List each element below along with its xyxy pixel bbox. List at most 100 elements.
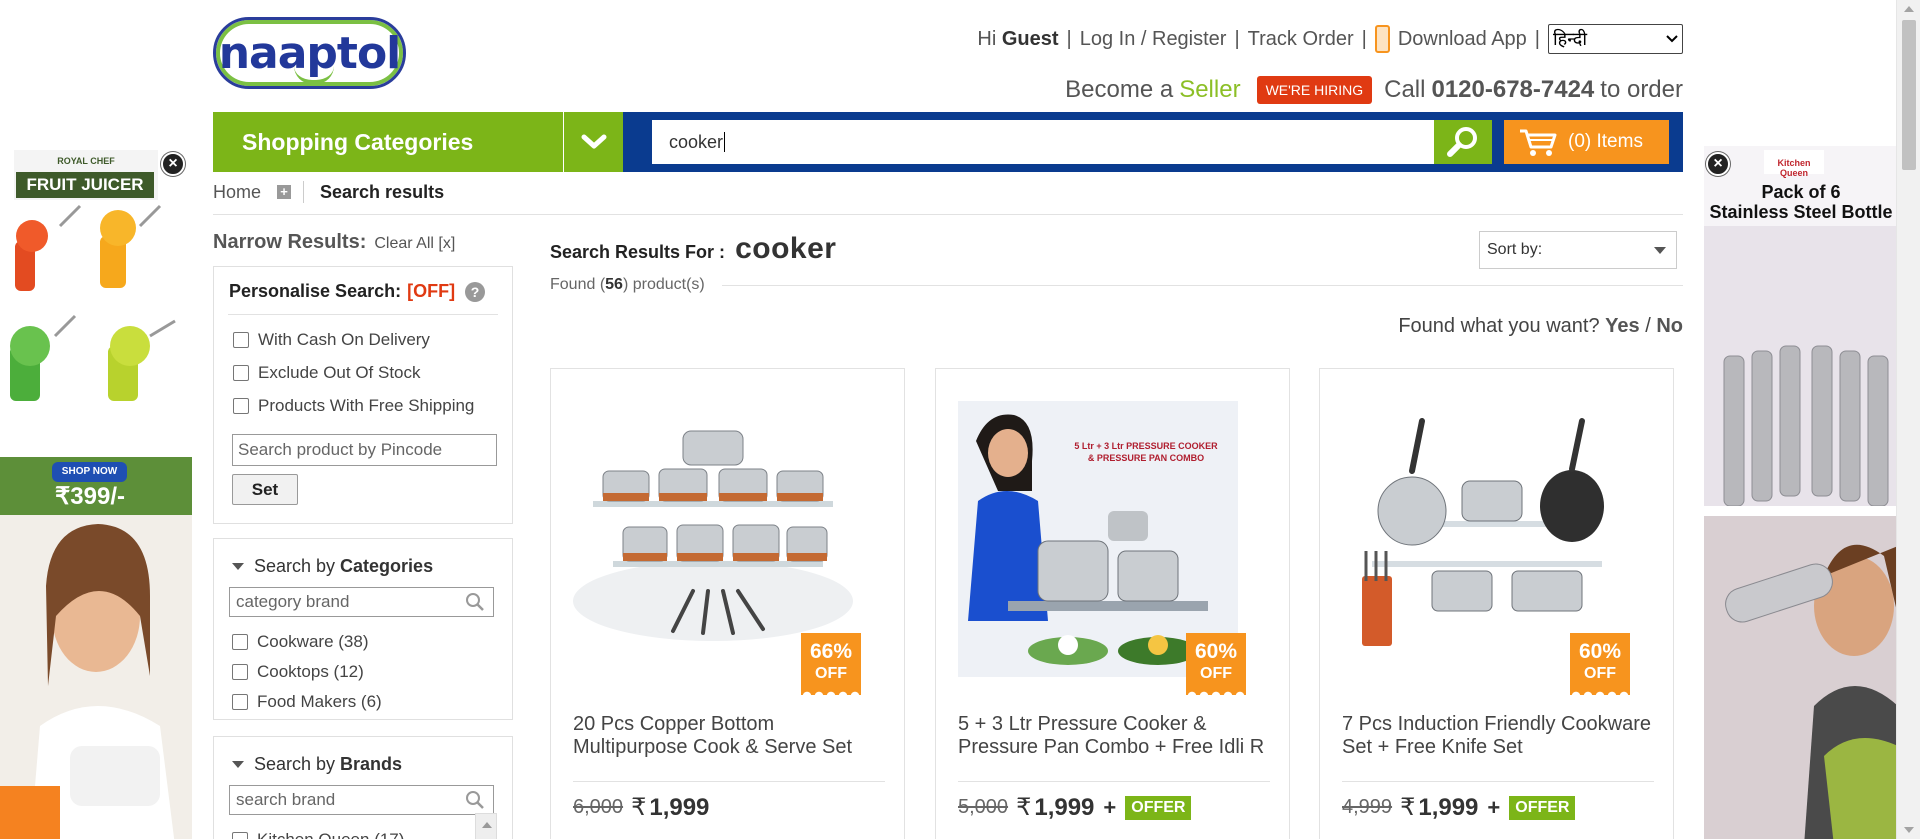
clear-all-link[interactable]: Clear All [x] [374,235,455,253]
brand-search-input[interactable]: search brand [229,785,494,815]
category-item[interactable]: Cooktops (12) [214,657,512,687]
separator: | [1361,27,1367,50]
left-ad-close-icon[interactable]: × [161,152,185,176]
brand-item[interactable]: Kitchen Queen (17) [214,825,512,839]
pincode-input[interactable]: Search product by Pincode [232,434,497,466]
category-search-placeholder: category brand [236,592,350,611]
discount-off-label: OFF [1584,665,1616,682]
search-input[interactable]: cooker [652,120,1437,164]
language-select[interactable]: हिन्दी [1548,24,1683,54]
brand-label: Kitchen Queen (17) [257,830,404,839]
category-item[interactable]: Food Makers (6) [214,687,512,717]
left-ad-banner[interactable]: ROYAL CHEF FRUIT JUICER SHOP NOW ₹399/- … [0,146,192,839]
call-text: Call [1384,76,1426,103]
discount-badge: 66% OFF [801,633,861,696]
brand-search-placeholder: search brand [236,790,336,809]
product-title[interactable]: 7 Pcs Induction Friendly Cookware Set + … [1342,713,1654,759]
brand-list-scrollbar[interactable] [475,813,497,839]
breadcrumb-plus-icon[interactable]: + [277,185,292,199]
product-price-row: 5,000 ₹1,999 + OFFER [958,793,1192,822]
brands-filter-header[interactable]: Search by Brands [214,737,512,775]
category-filter-panel: Search by Categories category brand Cookw… [213,538,513,720]
left-ad-cta[interactable]: SHOP NOW [52,462,127,482]
brand-list: Kitchen Queen (17) [214,825,512,839]
divider [228,314,498,315]
right-ad-close-icon[interactable]: × [1706,152,1730,176]
filter-title: Brands [340,754,403,774]
feedback-yes-link[interactable]: Yes [1605,315,1639,337]
checkbox[interactable] [232,664,248,680]
become-a-text: Become a [1065,76,1174,103]
exclude-out-of-stock-checkbox[interactable]: Exclude Out Of Stock [214,356,512,389]
bottle-ad-image [1704,146,1898,839]
checkbox[interactable] [232,832,248,839]
checkbox[interactable] [233,397,249,414]
login-register-link[interactable]: Log In / Register [1080,28,1227,51]
found-suffix: ) product(s) [622,276,705,293]
search-button[interactable] [1434,120,1492,164]
rupee-symbol: ₹ [1400,794,1416,821]
to-order-text: to order [1600,76,1683,103]
offer-badge[interactable]: OFFER [1125,795,1192,820]
cart-items-label: (0) Items [1568,131,1643,152]
search-results-label: Search Results For : [550,242,726,262]
breadcrumb-divider [303,181,305,203]
personalise-toggle[interactable]: [OFF] [407,281,455,302]
product-card[interactable]: 5 Ltr + 3 Ltr PRESSURE COOKER & PRESSURE… [935,368,1290,839]
free-shipping-checkbox[interactable]: Products With Free Shipping [214,389,512,422]
category-search-input[interactable]: category brand [229,587,494,617]
mrp-price: 5,000 [958,796,1009,818]
right-ad-banner[interactable]: Kitchen Queen Pack of 6 Stainless Steel … [1704,146,1898,839]
checkbox[interactable] [232,694,248,710]
product-title[interactable]: 5 + 3 Ltr Pressure Cooker & Pressure Pan… [958,713,1270,759]
selling-price: ₹1,999 [1016,793,1094,822]
breadcrumb: Home + Search results [213,181,444,203]
discount-off-label: OFF [1200,665,1232,682]
checkbox[interactable] [233,331,249,348]
scroll-thumb[interactable] [1902,20,1916,170]
checkbox[interactable] [232,634,248,650]
product-title-line: Multipurpose Cook & Serve Set [573,736,853,758]
product-banner-line: 5 Ltr + 3 Ltr PRESSURE COOKER [1074,441,1218,451]
search-query: cooker [735,232,837,265]
product-card[interactable]: 60% OFF 7 Pcs Induction Friendly Cookwar… [1319,368,1674,839]
rupee-symbol: ₹ [631,794,647,821]
collapse-triangle-icon [232,761,244,768]
personalise-search-panel: Personalise Search: [OFF] ? With Cash On… [213,266,513,524]
product-card[interactable]: 66% OFF 20 Pcs Copper Bottom Multipurpos… [550,368,905,839]
page: ROYAL CHEF FRUIT JUICER SHOP NOW ₹399/- … [0,0,1920,839]
discount-off-label: OFF [815,665,847,682]
categories-dropdown-toggle[interactable] [563,112,623,172]
product-title-line: 20 Pcs Copper Bottom [573,713,775,735]
mrp-price: 4,999 [1342,796,1393,818]
filter-title: Categories [340,556,434,576]
scroll-down-icon[interactable] [1904,827,1914,833]
cod-checkbox[interactable]: With Cash On Delivery [214,323,512,356]
left-ad-price: ₹399/- [55,483,125,510]
download-app-link[interactable]: Download App [1398,28,1527,51]
divider [722,285,1683,286]
track-order-link[interactable]: Track Order [1248,28,1354,51]
checkbox[interactable] [233,364,249,381]
hiring-badge[interactable]: WE'RE HIRING [1256,76,1373,104]
shopping-categories-button[interactable]: Shopping Categories [213,112,563,172]
scroll-up-icon[interactable] [1904,6,1914,12]
product-title[interactable]: 20 Pcs Copper Bottom Multipurpose Cook &… [573,713,885,759]
breadcrumb-home-link[interactable]: Home [213,182,261,203]
personalise-label: Personalise Search: [229,281,402,301]
narrow-results-header: Narrow Results: Clear All [x] [213,231,455,254]
seller-link[interactable]: Seller [1179,76,1240,104]
sort-by-select[interactable]: Sort by: [1479,231,1677,269]
category-item[interactable]: Cookware (38) [214,627,512,657]
price-value: 1,999 [1418,794,1479,821]
page-scrollbar[interactable] [1896,0,1920,839]
mrp-price: 6,000 [573,796,624,818]
offer-badge[interactable]: OFFER [1509,795,1576,820]
naaptol-logo[interactable]: naaptol [213,17,406,89]
feedback-no-link[interactable]: No [1656,315,1683,337]
cart-button[interactable]: (0) Items [1504,120,1669,164]
feedback-question: Found what you want? [1398,315,1600,337]
categories-filter-header[interactable]: Search by Categories [214,539,512,577]
help-icon[interactable]: ? [465,281,486,302]
set-pincode-button[interactable]: Set [232,474,298,505]
